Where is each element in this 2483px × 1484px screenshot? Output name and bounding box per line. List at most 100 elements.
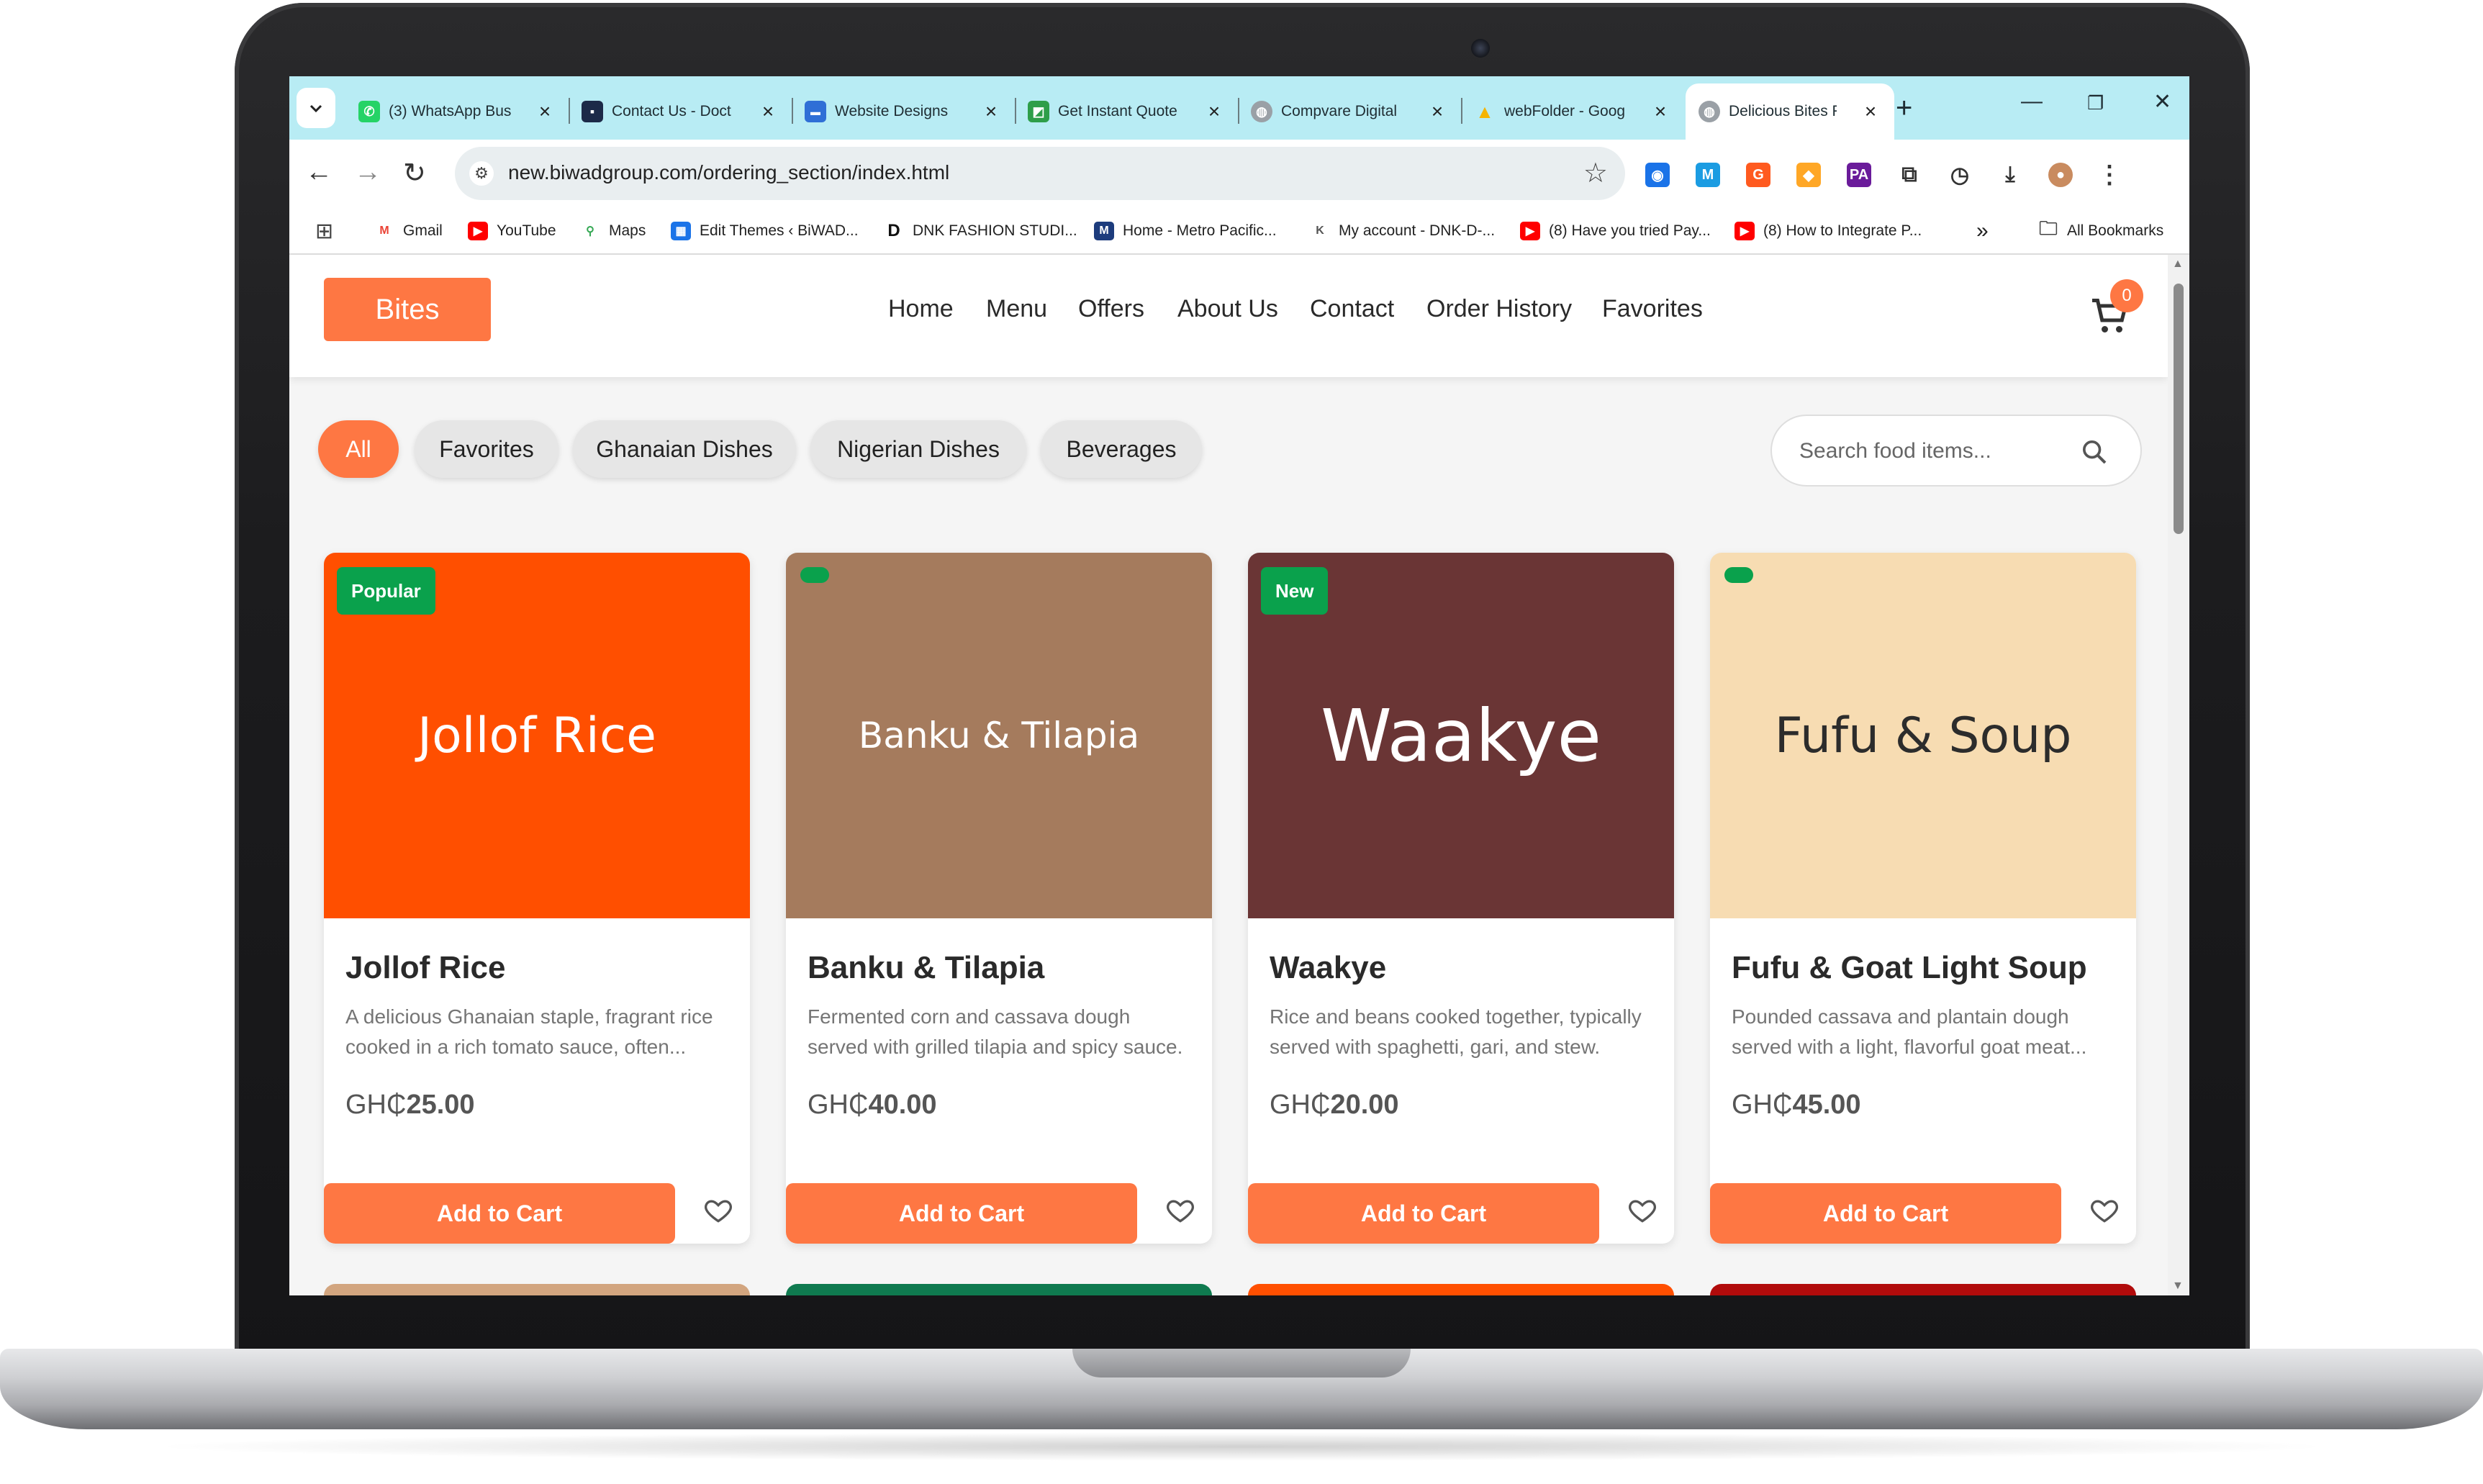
site-icon: ◩ bbox=[1028, 101, 1049, 122]
extension-icon[interactable]: M bbox=[1696, 163, 1720, 187]
nav-favorites[interactable]: Favorites bbox=[1602, 295, 1703, 323]
tab-3[interactable]: ◩ Get Instant Quote × bbox=[1015, 83, 1239, 140]
price-amount: 45.00 bbox=[1792, 1090, 1861, 1120]
filter-nigerian-dishes[interactable]: Nigerian Dishes bbox=[810, 420, 1026, 478]
site-icon: ▦ bbox=[671, 222, 691, 240]
bookmark-edit-themes[interactable]: ▦ Edit Themes ‹ BiWAD... bbox=[671, 219, 859, 243]
scroll-down-icon[interactable]: ▼ bbox=[2172, 1280, 2184, 1293]
search-icon[interactable] bbox=[2080, 438, 2109, 466]
scroll-thumb[interactable] bbox=[2174, 284, 2184, 534]
tab-search-button[interactable] bbox=[297, 88, 335, 128]
star-icon[interactable]: ☆ bbox=[1583, 157, 1608, 189]
bookmark-video-1[interactable]: ▶ (8) Have you tried Pay... bbox=[1520, 219, 1711, 243]
tab-5[interactable]: ▲ webFolder - Goog × bbox=[1461, 83, 1684, 140]
filter-beverages[interactable]: Beverages bbox=[1041, 420, 1202, 478]
forward-icon[interactable]: → bbox=[354, 157, 381, 188]
nav-order-history[interactable]: Order History bbox=[1426, 295, 1572, 323]
favorite-button[interactable] bbox=[698, 1190, 738, 1231]
address-bar[interactable]: ⚙ new.biwadgroup.com/ordering_section/in… bbox=[455, 147, 1625, 200]
filter-ghanaian-dishes[interactable]: Ghanaian Dishes bbox=[573, 420, 796, 478]
bookmark-metro-pacific[interactable]: M Home - Metro Pacific... bbox=[1094, 219, 1277, 243]
product-image-text: Banku & Tilapia bbox=[858, 715, 1140, 756]
bookmark-dnk-fashion[interactable]: D DNK FASHION STUDI... bbox=[884, 219, 1077, 243]
nav-offers[interactable]: Offers bbox=[1078, 295, 1144, 323]
nav-about-us[interactable]: About Us bbox=[1177, 295, 1278, 323]
close-icon[interactable]: × bbox=[534, 100, 556, 123]
extension-icon[interactable]: ◆ bbox=[1796, 163, 1821, 187]
avatar[interactable]: ● bbox=[2048, 163, 2073, 187]
bookmark-label: Edit Themes ‹ BiWAD... bbox=[700, 222, 859, 239]
bookmarks-bar: ⊞ M Gmail ▶ YouTube ⚲ Maps ▦ Edit Themes… bbox=[289, 209, 2189, 255]
add-to-cart-button[interactable]: Add to Cart bbox=[786, 1183, 1137, 1244]
product-image[interactable]: Banku & Tilapia bbox=[786, 553, 1212, 918]
search-input[interactable]: Search food items... bbox=[1799, 439, 1991, 463]
tab-2[interactable]: ▬ Website Designs × bbox=[792, 83, 1016, 140]
product-image[interactable]: Fufu & Soup bbox=[1710, 553, 2136, 918]
close-icon[interactable]: × bbox=[757, 100, 779, 123]
site-logo[interactable]: Bites bbox=[324, 278, 491, 341]
price-amount: 25.00 bbox=[406, 1090, 475, 1120]
url-text[interactable]: new.biwadgroup.com/ordering_section/inde… bbox=[508, 161, 949, 184]
add-to-cart-button[interactable]: Add to Cart bbox=[1710, 1183, 2061, 1244]
bookmark-label: All Bookmarks bbox=[2067, 222, 2164, 239]
price-amount: 40.00 bbox=[868, 1090, 937, 1120]
nav-contact[interactable]: Contact bbox=[1310, 295, 1394, 323]
product-description-line: cooked in a rich tomato sauce, often... bbox=[345, 1036, 687, 1058]
puzzle-icon[interactable]: ⧉ bbox=[1897, 163, 1922, 187]
extension-icon[interactable]: G bbox=[1746, 163, 1770, 187]
filter-favorites[interactable]: Favorites bbox=[415, 420, 558, 478]
tab-1[interactable]: ▪ Contact Us - Doct × bbox=[569, 83, 793, 140]
close-icon[interactable]: × bbox=[1426, 100, 1448, 123]
minimize-icon[interactable]: — bbox=[2021, 89, 2043, 114]
menu-icon[interactable]: ⋮ bbox=[2097, 161, 2122, 189]
tab-0[interactable]: ✆ (3) WhatsApp Bus × bbox=[345, 83, 570, 140]
apps-grid-icon[interactable]: ⊞ bbox=[315, 219, 333, 243]
bookmark-my-account[interactable]: K My account - DNK-D-... bbox=[1310, 219, 1495, 243]
page-scrollbar[interactable]: ▲ ▼ bbox=[2168, 255, 2189, 1295]
tab-4[interactable]: ◍ Compvare Digital × bbox=[1238, 83, 1462, 140]
favorite-button[interactable] bbox=[1160, 1190, 1200, 1231]
bookmark-gmail[interactable]: M Gmail bbox=[374, 219, 443, 243]
product-description-line: served with a light, flavorful goat meat… bbox=[1732, 1036, 2087, 1058]
site-icon: ▪ bbox=[582, 101, 603, 122]
extension-icon[interactable]: PA bbox=[1847, 163, 1871, 187]
download-icon[interactable]: ⤓ bbox=[1998, 163, 2022, 187]
product-price: GH₵40.00 bbox=[808, 1090, 937, 1121]
bookmark-video-2[interactable]: ▶ (8) How to Integrate P... bbox=[1735, 219, 1922, 243]
close-window-icon[interactable]: ✕ bbox=[2153, 89, 2171, 114]
close-icon[interactable]: × bbox=[980, 100, 1002, 123]
site-info-icon[interactable]: ⚙ bbox=[469, 161, 494, 186]
close-icon[interactable]: × bbox=[1860, 100, 1881, 123]
scroll-up-icon[interactable]: ▲ bbox=[2172, 258, 2184, 271]
filter-all[interactable]: All bbox=[318, 420, 399, 478]
bookmark-label: Maps bbox=[609, 222, 646, 239]
close-icon[interactable]: × bbox=[1203, 100, 1225, 123]
laptop-notch bbox=[1072, 1349, 1411, 1377]
product-description: A delicious Ghanaian staple, fragrant ri… bbox=[345, 1002, 734, 1062]
new-tab-button[interactable]: + bbox=[1896, 92, 1912, 125]
favorite-button[interactable] bbox=[1622, 1190, 1663, 1231]
search-box[interactable]: Search food items... bbox=[1770, 415, 2142, 487]
tab-6-active[interactable]: ◍ Delicious Bites Fo × bbox=[1686, 83, 1894, 140]
favorite-button[interactable] bbox=[2084, 1190, 2125, 1231]
nav-home[interactable]: Home bbox=[888, 295, 954, 323]
add-to-cart-button[interactable]: Add to Cart bbox=[324, 1183, 675, 1244]
product-description-line: served with grilled tilapia and spicy sa… bbox=[808, 1036, 1183, 1058]
all-bookmarks[interactable]: 🗀 All Bookmarks bbox=[2038, 217, 2164, 243]
bookmark-label: DNK FASHION STUDI... bbox=[913, 222, 1077, 239]
history-icon[interactable]: ◷ bbox=[1948, 163, 1972, 187]
camera-icon bbox=[1471, 39, 1490, 58]
reload-icon[interactable]: ↻ bbox=[403, 157, 426, 189]
restore-icon[interactable]: ❐ bbox=[2087, 92, 2104, 114]
product-image-text: Waakye bbox=[1320, 693, 1602, 778]
bookmarks-more-button[interactable]: » bbox=[1976, 219, 1989, 243]
bookmark-label: Home - Metro Pacific... bbox=[1123, 222, 1277, 239]
bookmark-maps[interactable]: ⚲ Maps bbox=[580, 219, 646, 243]
add-to-cart-button[interactable]: Add to Cart bbox=[1248, 1183, 1599, 1244]
nav-menu[interactable]: Menu bbox=[986, 295, 1047, 323]
bookmark-youtube[interactable]: ▶ YouTube bbox=[468, 219, 556, 243]
extension-icon[interactable]: ◉ bbox=[1645, 163, 1670, 187]
price-currency: GH₵ bbox=[808, 1090, 869, 1120]
back-icon[interactable]: ← bbox=[305, 157, 333, 188]
close-icon[interactable]: × bbox=[1650, 100, 1671, 123]
